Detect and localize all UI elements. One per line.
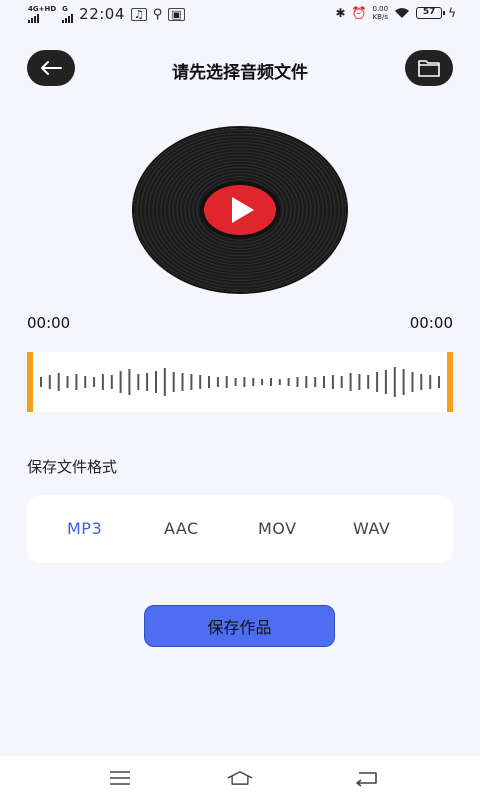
network-label-2: G [62,5,68,13]
menu-button[interactable] [106,766,134,790]
format-option-aac[interactable]: AAC [164,519,199,538]
trim-handle-right[interactable] [447,352,453,412]
speed-value: 0.00 [372,5,389,13]
menu-icon [110,771,130,785]
format-selector: MP3 AAC MOV WAV [27,495,453,563]
format-option-mov[interactable]: MOV [258,519,297,538]
folder-button[interactable] [405,50,453,86]
return-button[interactable] [352,766,380,790]
navigation-bar [0,756,480,800]
clock: 22:04 [79,5,125,23]
folder-icon [418,60,440,77]
bluetooth-icon: ✱ [335,6,346,20]
format-option-wav[interactable]: WAV [353,519,390,538]
status-bar: 4G+HD G 22:04 ♫ ⚲ ▣ ✱ ⏰ 0.00 KB/s 57 ϟ [0,0,480,30]
network-label: 4G+HD [28,5,57,13]
battery-icon: 57 [416,7,446,19]
format-option-mp3[interactable]: MP3 [67,519,102,538]
end-time: 00:00 [409,314,453,332]
home-button[interactable] [226,766,254,790]
play-icon [232,197,254,223]
play-button[interactable] [203,184,277,236]
notification-icon: ♫ [130,7,147,21]
waveform-trimmer[interactable] [27,352,453,412]
charging-icon: ϟ [448,6,456,20]
alarm-icon: ⏰ [351,6,367,20]
return-icon [356,772,377,787]
signal-icon [28,13,39,23]
screenshot-icon: ▣ [168,7,185,21]
save-button[interactable]: 保存作品 [144,605,335,647]
home-icon [227,771,253,785]
network-speed: 0.00 KB/s [372,5,388,21]
speed-unit: KB/s [372,13,388,21]
waveform [40,367,440,397]
signal-icon-2 [62,13,74,23]
trim-handle-left[interactable] [27,352,33,412]
wifi-icon [395,8,410,18]
usb-icon: ⚲ [152,6,163,22]
battery-level: 57 [422,7,436,17]
format-label: 保存文件格式 [27,458,118,476]
start-time: 00:00 [27,314,71,332]
